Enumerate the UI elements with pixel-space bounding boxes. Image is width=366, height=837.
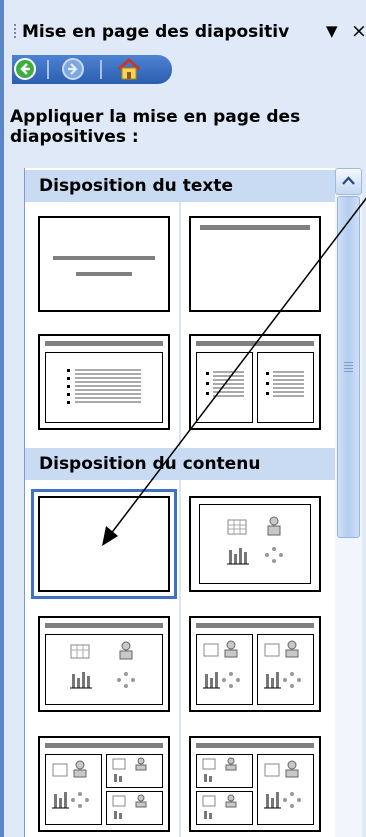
grip-handle[interactable] [14, 24, 16, 40]
layout-blank[interactable] [31, 489, 177, 599]
slide-layout-task-pane: Mise en page des diapositiv ▼ × Applique… [0, 0, 366, 837]
navigation-bar [12, 55, 172, 84]
column-separator [179, 202, 181, 448]
apply-layout-heading: Appliquer la mise en page des diapositiv… [10, 107, 301, 147]
layout-title-and-two-column-text[interactable] [189, 334, 321, 430]
title-placeholder-bar [196, 743, 314, 748]
forward-arrow-icon[interactable] [62, 58, 84, 80]
scroll-up-button[interactable] [335, 168, 362, 195]
chevron-up-icon [342, 176, 355, 185]
nav-separator [47, 60, 49, 79]
task-pane-titlebar: Mise en page des diapositiv ▼ × [8, 18, 366, 46]
scroll-thumb[interactable] [337, 196, 360, 538]
chart-icon [227, 548, 249, 565]
dropdown-arrow-icon[interactable]: ▼ [326, 22, 338, 40]
home-icon[interactable] [117, 57, 141, 80]
diagram-icon [265, 547, 283, 563]
title-placeholder-bar [196, 623, 314, 628]
scroll-grip-lines [344, 362, 353, 372]
layout-content[interactable] [189, 496, 321, 592]
layout-gallery: Disposition du texte Disposition du cont… [24, 168, 362, 837]
layout-title-and-content[interactable] [38, 616, 170, 712]
task-pane-title: Mise en page des diapositiv [22, 22, 290, 42]
group-header-text-layouts: Disposition du texte [25, 170, 335, 202]
two-column-text-icon [196, 352, 314, 423]
bulleted-text-icon [45, 352, 163, 423]
layout-title-only[interactable] [189, 216, 321, 312]
group-header-content-layouts: Disposition du contenu [25, 448, 335, 480]
content-placeholder-icon [45, 634, 163, 705]
four-content-icon [196, 754, 314, 825]
two-content-icon [196, 634, 314, 705]
column-separator [179, 480, 181, 837]
layout-title-and-two-content[interactable] [189, 616, 321, 712]
title-placeholder-bar [45, 743, 163, 748]
layout-title-slide[interactable] [38, 216, 170, 312]
layout-title-and-text[interactable] [38, 334, 170, 430]
content-placeholder-icon [199, 504, 311, 584]
layout-title-and-content-over-content[interactable] [38, 736, 170, 832]
close-button[interactable]: × [351, 20, 366, 42]
table-icon [227, 519, 247, 535]
layout-title-and-four-content[interactable] [189, 736, 321, 832]
title-placeholder-bar [45, 341, 163, 346]
org-chart-icon [267, 516, 281, 536]
title-placeholder-bar [45, 623, 163, 628]
title-placeholder-bar [200, 225, 310, 230]
multi-content-icon [45, 754, 163, 825]
title-placeholder-bar [53, 256, 155, 260]
nav-separator [100, 60, 102, 79]
title-placeholder-bar [196, 341, 314, 346]
vertical-scrollbar[interactable] [335, 168, 362, 837]
back-arrow-icon[interactable] [14, 58, 36, 80]
subtitle-placeholder-bar [76, 272, 132, 276]
